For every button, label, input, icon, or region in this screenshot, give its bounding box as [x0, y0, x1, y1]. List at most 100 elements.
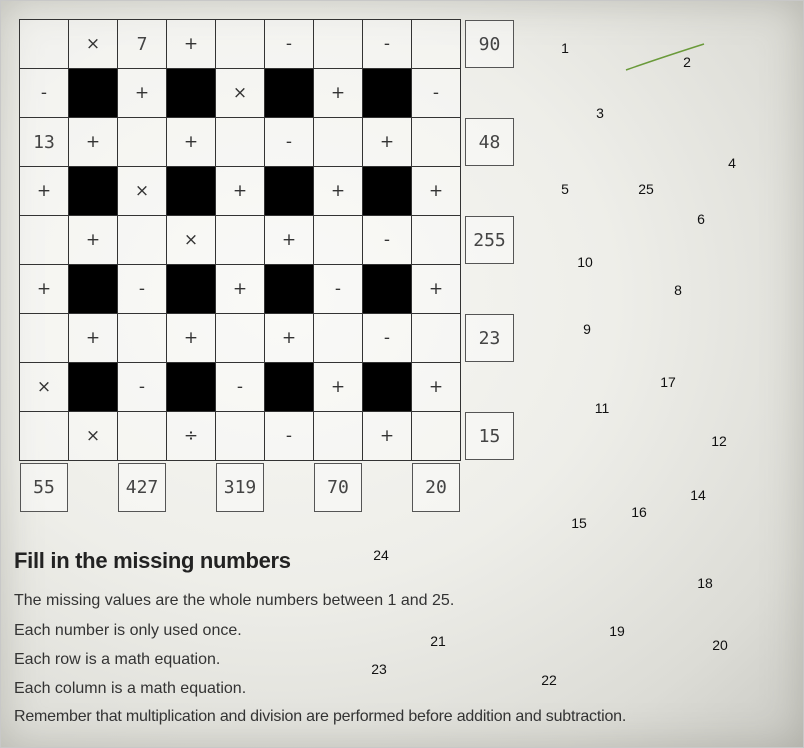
rule-text: Each column is a math equation. [14, 680, 247, 697]
operator-cell: - [216, 363, 265, 412]
number-tile[interactable]: 17 [660, 374, 676, 390]
blocked-cell [167, 363, 216, 412]
number-tile[interactable]: 3 [596, 105, 604, 121]
operator-cell: + [412, 363, 461, 412]
number-tile[interactable]: 22 [541, 672, 557, 688]
operator-cell: - [118, 363, 167, 412]
blocked-cell [69, 167, 118, 216]
operator-cell: - [265, 118, 314, 167]
blocked-cell [363, 167, 412, 216]
number-tile[interactable]: 12 [711, 433, 727, 449]
row-total: 23 [465, 314, 514, 362]
empty-cell[interactable] [412, 216, 461, 265]
number-tile[interactable]: 19 [609, 623, 625, 639]
operator-cell: + [167, 118, 216, 167]
empty-cell[interactable] [412, 20, 461, 69]
operator-cell: + [167, 20, 216, 69]
number-tile[interactable]: 1 [561, 40, 569, 56]
operator-cell: ÷ [167, 412, 216, 461]
number-tile[interactable]: 24 [373, 547, 389, 563]
empty-cell[interactable] [314, 314, 363, 363]
blocked-cell [69, 69, 118, 118]
empty-cell[interactable] [216, 20, 265, 69]
empty-cell[interactable] [118, 216, 167, 265]
number-tile[interactable]: 16 [631, 504, 647, 520]
blocked-cell [167, 265, 216, 314]
blocked-cell [265, 363, 314, 412]
operator-cell: + [314, 69, 363, 118]
operator-cell: × [20, 363, 69, 412]
empty-cell[interactable] [216, 412, 265, 461]
empty-cell[interactable] [216, 216, 265, 265]
blocked-cell [265, 265, 314, 314]
number-tile[interactable]: 9 [583, 321, 591, 337]
operator-cell: - [363, 20, 412, 69]
column-total: 55 [20, 463, 68, 512]
empty-cell[interactable] [216, 118, 265, 167]
empty-cell[interactable] [412, 412, 461, 461]
empty-cell[interactable] [412, 314, 461, 363]
operator-cell: + [69, 118, 118, 167]
operator-cell: + [363, 412, 412, 461]
column-total: 70 [314, 463, 362, 512]
operator-cell: + [412, 167, 461, 216]
rule-text: The missing values are the whole numbers… [14, 592, 455, 609]
empty-cell[interactable] [118, 118, 167, 167]
number-tile[interactable]: 5 [561, 181, 569, 197]
number-tile[interactable]: 15 [571, 515, 587, 531]
blocked-cell [69, 265, 118, 314]
operator-cell: + [69, 314, 118, 363]
number-tile[interactable]: 25 [638, 181, 654, 197]
number-tile[interactable]: 10 [577, 254, 593, 270]
empty-cell[interactable] [314, 412, 363, 461]
stray-pen-mark [625, 43, 705, 71]
blocked-cell [167, 69, 216, 118]
instructions-title: Fill in the missing numbers [14, 548, 291, 573]
operator-cell: + [216, 167, 265, 216]
operator-cell: + [314, 363, 363, 412]
empty-cell[interactable] [118, 412, 167, 461]
operator-cell: + [412, 265, 461, 314]
blocked-cell [363, 69, 412, 118]
blocked-cell [363, 363, 412, 412]
empty-cell[interactable] [20, 314, 69, 363]
rule-text: Each number is only used once. [14, 622, 242, 639]
empty-cell[interactable] [314, 118, 363, 167]
empty-cell[interactable] [20, 20, 69, 69]
empty-cell[interactable] [20, 412, 69, 461]
operator-cell: + [314, 167, 363, 216]
blocked-cell [167, 167, 216, 216]
column-total: 427 [118, 463, 166, 512]
number-tile[interactable]: 4 [728, 155, 736, 171]
number-tile[interactable]: 21 [430, 633, 446, 649]
operator-cell: - [363, 216, 412, 265]
empty-cell[interactable] [216, 314, 265, 363]
operator-cell: + [265, 216, 314, 265]
operator-cell: × [216, 69, 265, 118]
empty-cell[interactable] [118, 314, 167, 363]
given-number: 7 [118, 20, 167, 69]
rule-text: Each row is a math equation. [14, 651, 221, 668]
number-tile[interactable]: 23 [371, 661, 387, 677]
operator-cell: × [167, 216, 216, 265]
number-tile[interactable]: 20 [712, 637, 728, 653]
number-tile[interactable]: 14 [690, 487, 706, 503]
blocked-cell [265, 167, 314, 216]
number-tile[interactable]: 2 [683, 54, 691, 70]
empty-cell[interactable] [412, 118, 461, 167]
number-tile[interactable]: 6 [697, 211, 705, 227]
number-tile[interactable]: 18 [697, 575, 713, 591]
empty-cell[interactable] [20, 216, 69, 265]
operator-cell: + [363, 118, 412, 167]
row-total: 90 [465, 20, 514, 68]
operator-cell: - [20, 69, 69, 118]
operator-cell: - [363, 314, 412, 363]
operator-cell: + [118, 69, 167, 118]
number-tile[interactable]: 11 [595, 400, 610, 416]
operator-cell: + [20, 167, 69, 216]
empty-cell[interactable] [314, 20, 363, 69]
number-tile[interactable]: 8 [674, 282, 682, 298]
puzzle-grid: × 7 + - - - + × + -13 + + - + + × + + + + × + - + - + - + + + + - × - - + + ×… [19, 19, 461, 461]
empty-cell[interactable] [314, 216, 363, 265]
operator-cell: - [265, 20, 314, 69]
